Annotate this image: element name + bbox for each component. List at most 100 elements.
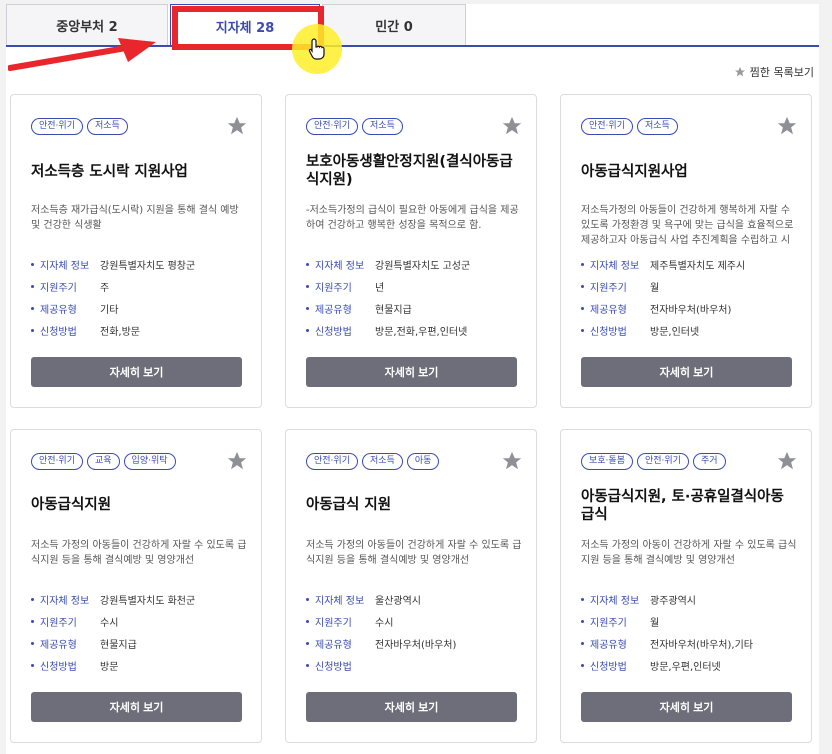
bullet-icon — [581, 284, 584, 288]
service-card: 보호·돌봄 안전·위기 주거 아동급식지원, 토·공휴일결식아동급식 저소득 가… — [560, 429, 812, 743]
category-tag: 안전·위기 — [31, 453, 83, 470]
info-row: 지원주기 월 — [581, 610, 801, 632]
info-key: 제공유형 — [315, 304, 352, 316]
info-row: 지자체 정보 강원특별자치도 평창군 — [31, 253, 251, 275]
bullet-icon — [31, 328, 34, 332]
info-value: 울산광역시 — [375, 595, 421, 607]
info-key: 지원주기 — [40, 282, 77, 294]
info-value: 방문 — [100, 661, 119, 673]
info-row: 지자체 정보 강원특별자치도 화천군 — [31, 588, 251, 610]
info-value: 강원특별자치도 평창군 — [100, 260, 196, 272]
star-icon[interactable] — [501, 450, 523, 472]
info-row: 제공유형 전자바우처(바우처) — [306, 632, 526, 654]
bullet-icon — [31, 619, 34, 623]
info-value: 강원특별자치도 화천군 — [100, 595, 196, 607]
category-tag: 저소득 — [361, 118, 403, 135]
card-title[interactable]: 보호아동생활안정지원(결식아동급식지원) — [306, 153, 521, 189]
bullet-icon — [581, 328, 584, 332]
service-card: 안전·위기 저소득 아동급식지원사업 저소득가정의 아동들이 건강하게 행복하게… — [560, 94, 812, 408]
red-arrow-icon — [8, 38, 156, 71]
star-icon[interactable] — [776, 115, 798, 137]
info-key: 지원주기 — [315, 617, 352, 629]
info-key: 지원주기 — [315, 282, 352, 294]
card-title[interactable]: 아동급식지원사업 — [581, 163, 796, 181]
detail-button[interactable]: 자세히 보기 — [306, 357, 517, 387]
bullet-icon — [31, 262, 34, 266]
favorites-list-link[interactable]: 찜한 목록보기 — [734, 64, 814, 80]
screen: 중앙부처 2 지자체 28 민간 0 찜한 목록보기 안전·위기 저소득 저소득… — [0, 0, 832, 754]
card-tags: 안전·위기 저소득 — [31, 118, 128, 135]
card-title[interactable]: 아동급식 지원 — [306, 496, 521, 514]
card-info-list: 지자체 정보 강원특별자치도 평창군 지원주기 주 제공유형 기타 신청방법 전화,방문 — [31, 253, 251, 341]
card-title[interactable]: 저소득층 도시락 지원사업 — [31, 163, 246, 181]
detail-button[interactable]: 자세히 보기 — [306, 692, 517, 722]
card-description: 저소득층 재가급식(도시락) 지원을 통해 결식 예방 및 건강한 식생활 — [31, 205, 239, 231]
category-tag: 안전·위기 — [31, 118, 83, 135]
star-icon[interactable] — [226, 115, 248, 137]
detail-button[interactable]: 자세히 보기 — [31, 357, 242, 387]
bullet-icon — [31, 597, 34, 601]
bullet-icon — [581, 262, 584, 266]
info-value: 수시 — [375, 617, 394, 629]
card-info-list: 지자체 정보 광주광역시 지원주기 월 제공유형 전자바우처(바우처),기타 신청방법… — [581, 588, 801, 676]
bullet-icon — [581, 663, 584, 667]
info-key: 제공유형 — [40, 304, 77, 316]
bullet-icon — [31, 663, 34, 667]
info-row: 지원주기 수시 — [31, 610, 251, 632]
tab-private[interactable]: 민간 0 — [322, 4, 466, 46]
card-title[interactable]: 아동급식지원 — [31, 496, 246, 514]
bullet-icon — [306, 262, 309, 266]
detail-button[interactable]: 자세히 보기 — [31, 692, 242, 722]
info-key: 지원주기 — [590, 282, 627, 294]
info-key: 제공유형 — [40, 639, 77, 651]
info-row: 신청방법 방문,전화,우편,인터넷 — [306, 319, 526, 341]
card-description: 저소득 가정의 아동이 건강하게 자랄 수 있도록 급식지원 등을 통해 결식예… — [581, 540, 797, 566]
info-key: 신청방법 — [590, 661, 627, 673]
card-description: 저소득 가정의 아동들이 건강하게 자랄 수 있도록 급식지원 등을 통해 결식… — [31, 540, 247, 566]
star-icon[interactable] — [776, 450, 798, 472]
bullet-icon — [306, 597, 309, 601]
card-tags: 안전·위기 저소득 아동 — [306, 453, 440, 470]
info-row: 지자체 정보 제주특별자치도 제주시 — [581, 253, 801, 275]
info-key: 신청방법 — [40, 326, 77, 338]
info-value: 년 — [375, 282, 385, 294]
info-key: 제공유형 — [315, 639, 352, 651]
info-key: 지자체 정보 — [315, 260, 365, 272]
info-value: 수시 — [100, 617, 119, 629]
category-tag: 주거 — [692, 453, 726, 470]
info-key: 신청방법 — [315, 661, 352, 673]
info-key: 지자체 정보 — [40, 595, 90, 607]
service-card: 안전·위기 저소득 아동 아동급식 지원 저소득 가정의 아동들이 건강하게 자… — [285, 429, 537, 743]
info-value: 기타 — [100, 304, 119, 316]
card-description: -저소득가정의 급식이 필요한 아동에게 급식을 제공하여 건강하고 행복한 성… — [306, 205, 519, 231]
card-info-list: 지자체 정보 울산광역시 지원주기 수시 제공유형 전자바우처(바우처) 신청방법 — [306, 588, 526, 676]
detail-button[interactable]: 자세히 보기 — [581, 692, 792, 722]
category-tag: 안전·위기 — [306, 118, 358, 135]
info-row: 제공유형 전자바우처(바우처) — [581, 297, 801, 319]
info-row: 지자체 정보 광주광역시 — [581, 588, 801, 610]
bullet-icon — [306, 619, 309, 623]
info-value: 제주특별자치도 제주시 — [650, 260, 746, 272]
star-icon[interactable] — [501, 115, 523, 137]
info-row: 지원주기 월 — [581, 275, 801, 297]
category-tag: 교육 — [86, 453, 120, 470]
info-row: 제공유형 현물지급 — [306, 297, 526, 319]
card-info-list: 지자체 정보 강원특별자치도 고성군 지원주기 년 제공유형 현물지급 신청방법 방문,… — [306, 253, 526, 341]
info-value: 현물지급 — [100, 639, 137, 651]
star-icon[interactable] — [226, 450, 248, 472]
card-tags: 안전·위기 교육 입양·위탁 — [31, 453, 176, 470]
info-row: 지원주기 주 — [31, 275, 251, 297]
card-title[interactable]: 아동급식지원, 토·공휴일결식아동급식 — [581, 488, 796, 524]
card-info-list: 지자체 정보 제주특별자치도 제주시 지원주기 월 제공유형 전자바우처(바우처) 신… — [581, 253, 801, 341]
info-value: 전자바우처(바우처) — [375, 639, 457, 651]
info-key: 지원주기 — [40, 617, 77, 629]
info-row: 제공유형 기타 — [31, 297, 251, 319]
info-row: 신청방법 방문 — [31, 654, 251, 676]
detail-button[interactable]: 자세히 보기 — [581, 357, 792, 387]
info-row: 지원주기 년 — [306, 275, 526, 297]
category-tag: 아동 — [406, 453, 440, 470]
card-description: 저소득가정의 아동들이 건강하게 행복하게 자랄 수 있도록 가정환경 및 욕구… — [581, 205, 794, 246]
info-row: 신청방법 전화,방문 — [31, 319, 251, 341]
info-row: 신청방법 방문,우편,인터넷 — [581, 654, 801, 676]
bullet-icon — [306, 306, 309, 310]
